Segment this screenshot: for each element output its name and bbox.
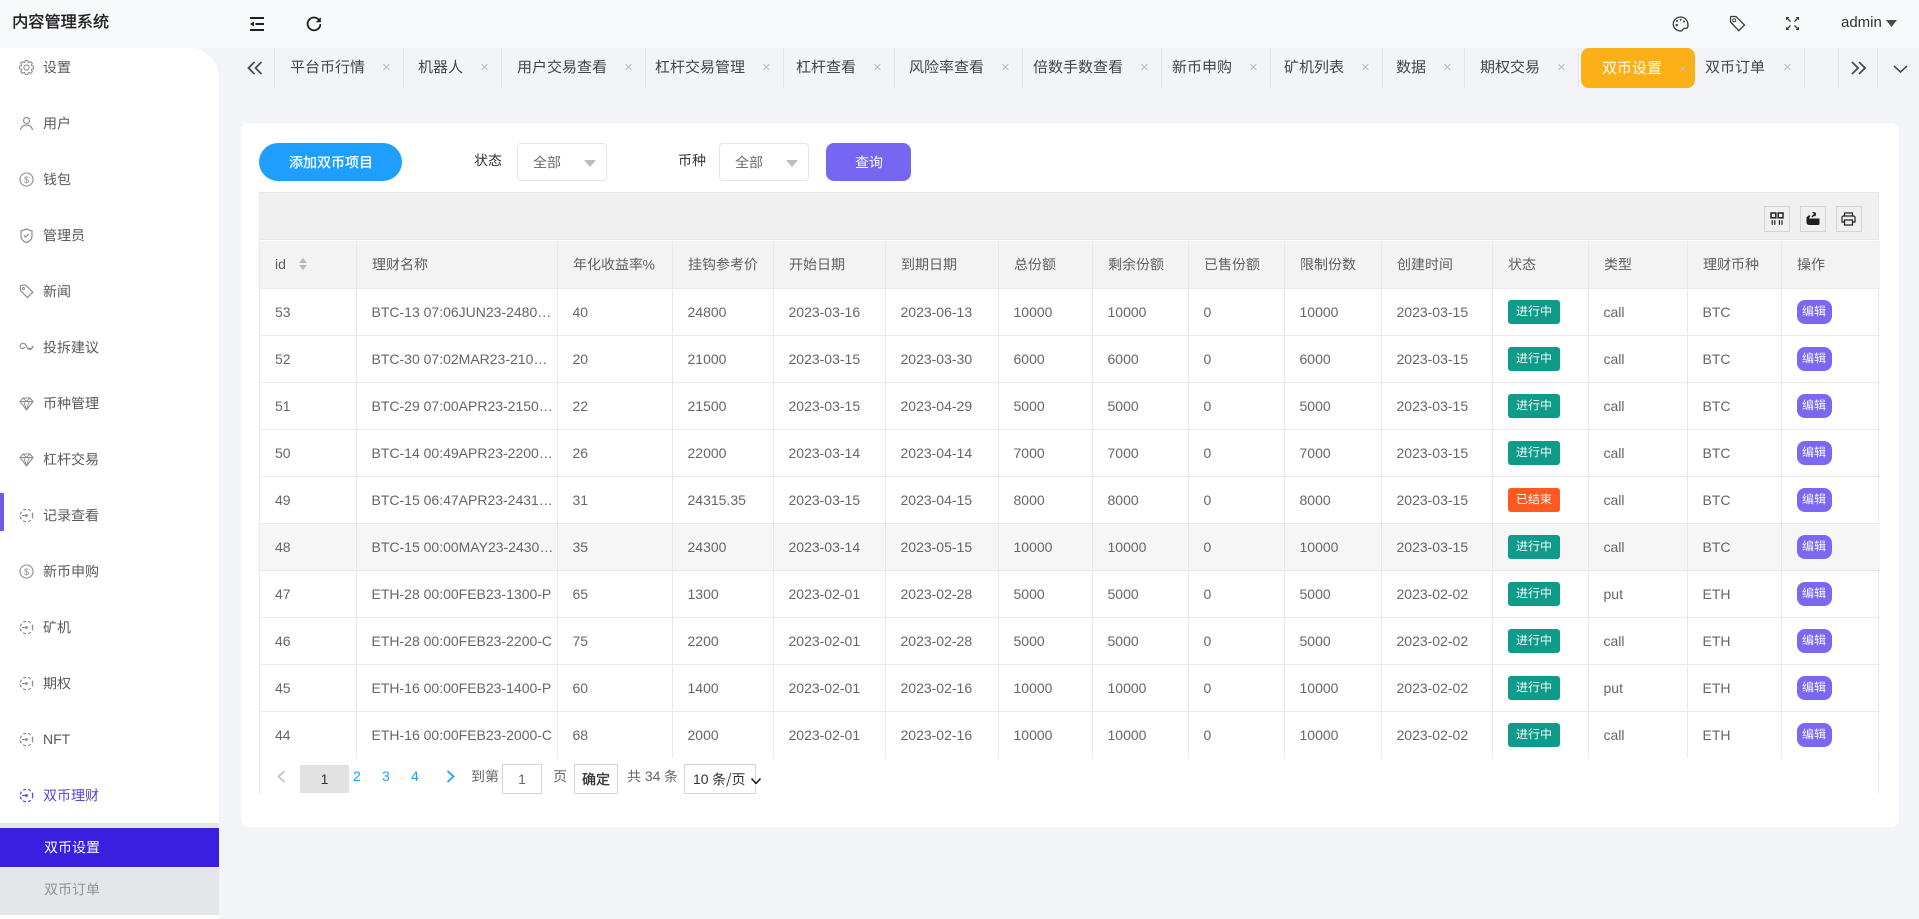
svg-text:$: $ — [24, 175, 29, 185]
svg-text:$: $ — [24, 567, 29, 577]
